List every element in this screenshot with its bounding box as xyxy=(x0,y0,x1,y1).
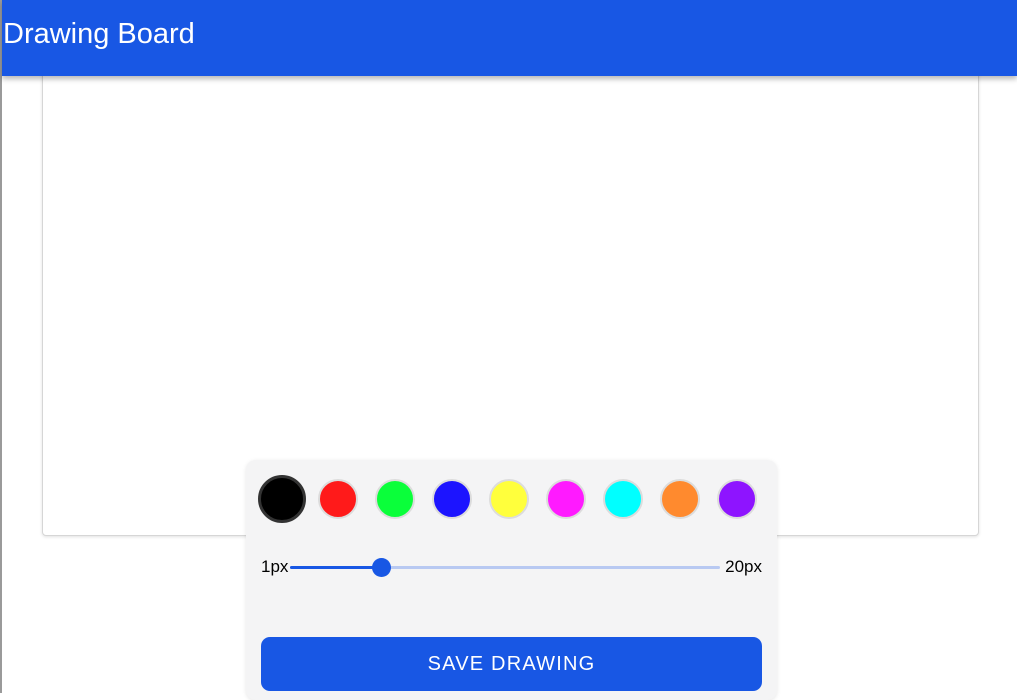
brush-size-min-label: 1px xyxy=(261,557,289,576)
brush-size-control: 1px 20px xyxy=(261,556,762,578)
brush-size-max-label: 20px xyxy=(725,557,762,576)
color-swatch-black[interactable] xyxy=(258,475,306,523)
brush-size-slider-thumb[interactable] xyxy=(371,558,391,577)
color-swatch-green[interactable] xyxy=(375,479,415,519)
color-swatch-magenta[interactable] xyxy=(546,479,586,519)
window-left-edge xyxy=(0,0,2,693)
color-swatch-blue[interactable] xyxy=(432,479,472,519)
save-drawing-button[interactable]: SAVE DRAWING xyxy=(261,637,762,691)
brush-size-slider[interactable] xyxy=(290,558,720,577)
app-title: Drawing Board xyxy=(3,18,195,50)
color-swatch-red[interactable] xyxy=(318,479,358,519)
color-swatch-orange[interactable] xyxy=(660,479,700,519)
app-bar: Drawing Board xyxy=(2,0,1017,76)
color-swatch-cyan[interactable] xyxy=(603,479,643,519)
color-swatch-purple[interactable] xyxy=(717,479,757,519)
drawing-toolbar: 1px 20px SAVE DRAWING xyxy=(246,460,777,700)
color-swatch-yellow[interactable] xyxy=(489,479,529,519)
brush-size-slider-fill xyxy=(290,566,381,569)
